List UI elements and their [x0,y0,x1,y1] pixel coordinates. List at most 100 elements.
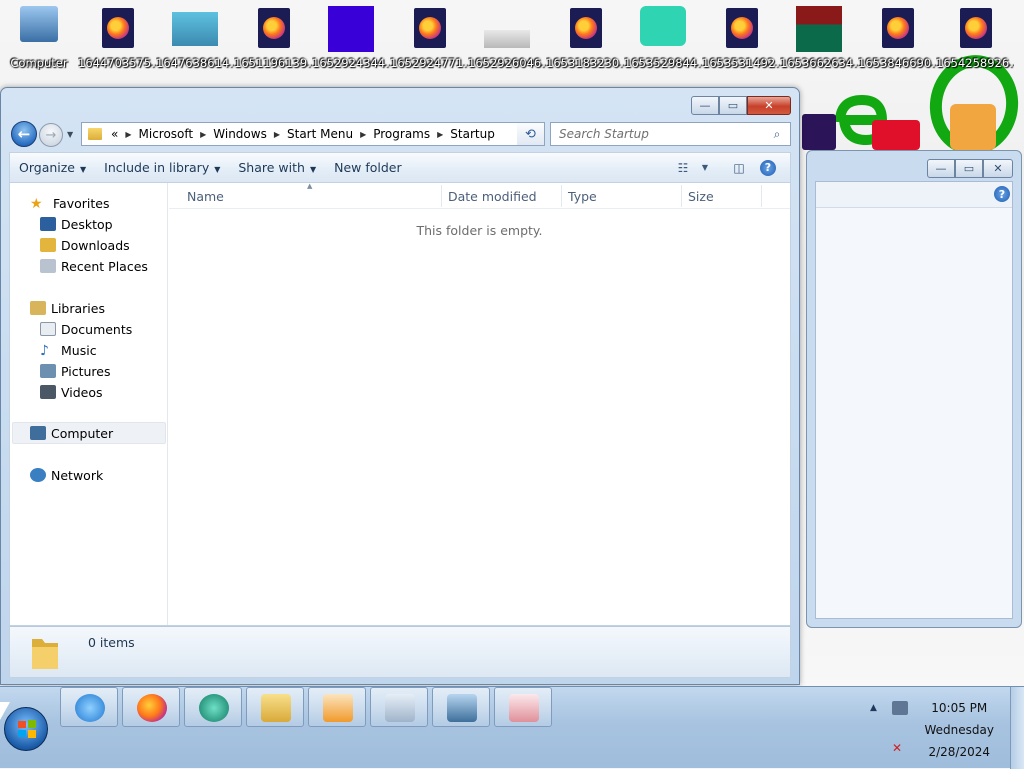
nav-pictures[interactable]: Pictures [40,361,111,381]
address-bar[interactable]: « ▶ Microsoft ▶ Windows ▶ Start Menu ▶ Programs… [81,122,545,146]
desktop-icon[interactable]: 1653531492.... [702,4,780,80]
taskbar-calculator-button[interactable] [370,687,428,727]
volume-muted-icon[interactable]: ✕ [892,741,906,755]
column-date-modified[interactable]: Date modified [448,189,537,204]
bg-help-icon[interactable]: ? [994,186,1010,202]
desktop-icon[interactable]: 1654258926.... [936,4,1014,80]
taskbar-photo-viewer-button[interactable] [432,687,490,727]
desktop-icon-label: 1652924771.... [390,56,468,70]
desktop-icon[interactable]: 1653662634.... [780,4,858,80]
background-window[interactable]: — ▭ ✕ ? [806,150,1022,628]
taskbar-file-explorer-button[interactable] [246,687,304,727]
search-icon[interactable]: ⌕ [767,127,787,142]
nav-downloads[interactable]: Downloads [40,235,130,255]
taskbar: ▲ ✕ 10:05 PM Wednesday 2/28/2024 [0,686,1024,769]
image-file-icon [328,6,374,52]
column-divider[interactable] [681,185,682,207]
image-file-icon [640,6,686,52]
bg-close-button[interactable]: ✕ [983,159,1013,178]
desktop-icon[interactable]: 1644703575.... [78,4,156,80]
breadcrumb-separator-icon[interactable]: ▶ [198,130,208,139]
details-pane: 0 items [9,626,791,678]
view-options-icon[interactable]: ☷ [672,161,694,175]
explorer-window: — ▭ ✕ ← → ▼ « ▶ Microsoft ▶ Windows ▶ Start M… [0,87,800,685]
nav-network[interactable]: Network [30,465,103,485]
new-folder-button[interactable]: New folder [325,160,411,175]
organize-menu[interactable]: Organize ▼ [10,160,95,175]
desktop-icon[interactable]: 1653529844.... [624,4,702,80]
show-desktop-button[interactable] [1010,687,1024,769]
column-size[interactable]: Size [688,189,714,204]
back-button[interactable]: ← [11,121,37,147]
breadcrumb-item[interactable]: Microsoft [134,127,199,141]
taskbar-media-center-button[interactable] [184,687,242,727]
breadcrumb-item[interactable]: Start Menu [282,127,358,141]
refresh-button[interactable]: ⟲ [517,122,545,146]
background-window-toolbar: ? [816,182,1012,208]
breadcrumb-separator-icon[interactable]: ▶ [358,130,368,139]
maximize-button[interactable]: ▭ [719,96,747,115]
desktop-icon[interactable]: 1652926046.... [468,4,546,80]
nav-computer[interactable]: Computer [30,423,113,443]
breadcrumb-separator-icon[interactable]: ▶ [435,130,445,139]
pictures-icon [40,364,56,378]
search-box[interactable]: ⌕ [550,122,791,146]
nav-recent-places[interactable]: Recent Places [40,256,148,276]
start-button[interactable] [4,707,48,751]
include-in-library-menu[interactable]: Include in library ▼ [95,160,229,175]
nav-music[interactable]: ♪ Music [40,340,97,360]
preview-pane-icon[interactable]: ◫ [728,161,750,175]
network-icon[interactable] [892,701,908,715]
close-button[interactable]: ✕ [747,96,791,115]
column-name[interactable]: Name [187,189,224,204]
firefox-file-icon [406,6,452,52]
navigation-bar: ← → ▼ « ▶ Microsoft ▶ Windows ▶ Start Menu ▶ Pr… [9,119,791,149]
breadcrumb-item[interactable]: Startup [445,127,500,141]
minimize-button[interactable]: — [691,96,719,115]
show-hidden-icons-icon[interactable]: ▲ [870,703,877,713]
nav-favorites[interactable]: ★ Favorites [30,193,109,213]
folder-icon [32,639,58,669]
desktop-icon[interactable]: 1652924344.... [312,4,390,80]
share-with-menu[interactable]: Share with ▼ [229,160,325,175]
nav-libraries[interactable]: Libraries [30,298,105,318]
snipping-tool-icon [509,694,539,722]
clock[interactable]: 10:05 PM Wednesday 2/28/2024 [925,697,994,763]
help-icon[interactable]: ? [760,159,776,176]
desktop-icon[interactable]: 1651196139.... [234,4,312,80]
column-divider[interactable] [761,185,762,207]
column-divider[interactable] [441,185,442,207]
internet-explorer-icon [75,694,105,722]
desktop-icon[interactable]: Computer [0,4,78,80]
breadcrumb-item[interactable]: Programs [368,127,435,141]
taskbar-media-player-button[interactable] [308,687,366,727]
taskbar-internet-explorer-button[interactable] [60,687,118,727]
bg-maximize-button[interactable]: ▭ [955,159,983,178]
desktop-icon[interactable]: 1652924771.... [390,4,468,80]
forward-button[interactable]: → [39,123,63,147]
breadcrumb-item[interactable]: Windows [208,127,272,141]
column-type[interactable]: Type [568,189,597,204]
view-dropdown-icon[interactable]: ▼ [694,163,716,172]
desktop-icon[interactable]: 1653183230.... [546,4,624,80]
taskbar-snipping-tool-button[interactable] [494,687,552,727]
desktop-icon-label: 1653529844.... [624,56,702,70]
nav-documents[interactable]: Documents [40,319,132,339]
taskbar-firefox-button[interactable] [122,687,180,727]
file-list[interactable]: ▲ Name Date modified Type Size This fold… [169,182,790,625]
breadcrumb-overflow[interactable]: « [106,127,123,141]
desktop-icon[interactable]: 1653846690.... [858,4,936,80]
bg-minimize-button[interactable]: — [927,159,955,178]
nav-videos[interactable]: Videos [40,382,103,402]
recent-pages-dropdown[interactable]: ▼ [67,130,73,139]
command-bar: Organize ▼ Include in library ▼ Share with… [9,152,791,182]
search-input[interactable] [557,126,767,142]
calculator-icon [385,694,415,722]
column-divider[interactable] [561,185,562,207]
clock-date: 2/28/2024 [928,745,991,759]
nav-desktop[interactable]: Desktop [40,214,113,234]
breadcrumb-separator-icon[interactable]: ▶ [272,130,282,139]
breadcrumb-separator-icon[interactable]: ▶ [123,130,133,139]
desktop-icon-label: 1644703575.... [78,56,156,70]
desktop-icon[interactable]: 1647638614.... [156,4,234,80]
